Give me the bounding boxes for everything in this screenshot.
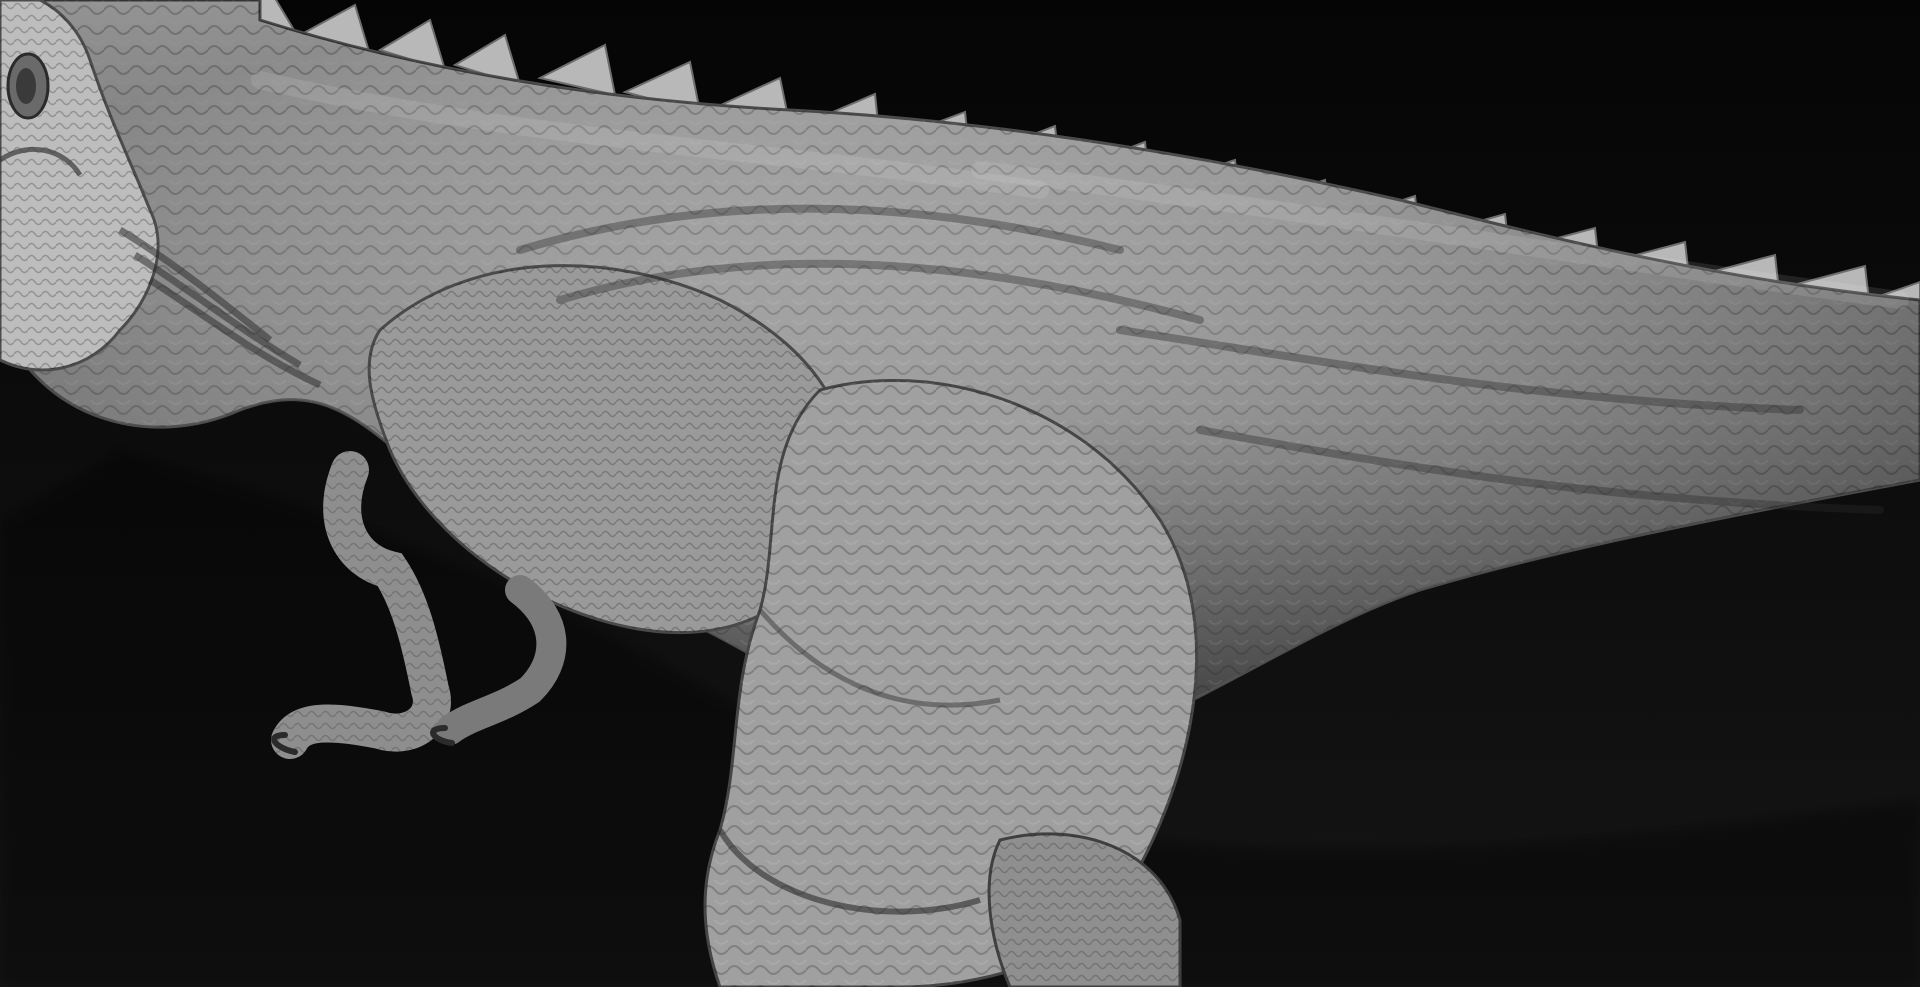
sculpt-canvas[interactable] [0, 0, 1920, 987]
sculpt-viewport[interactable] [0, 0, 1920, 987]
